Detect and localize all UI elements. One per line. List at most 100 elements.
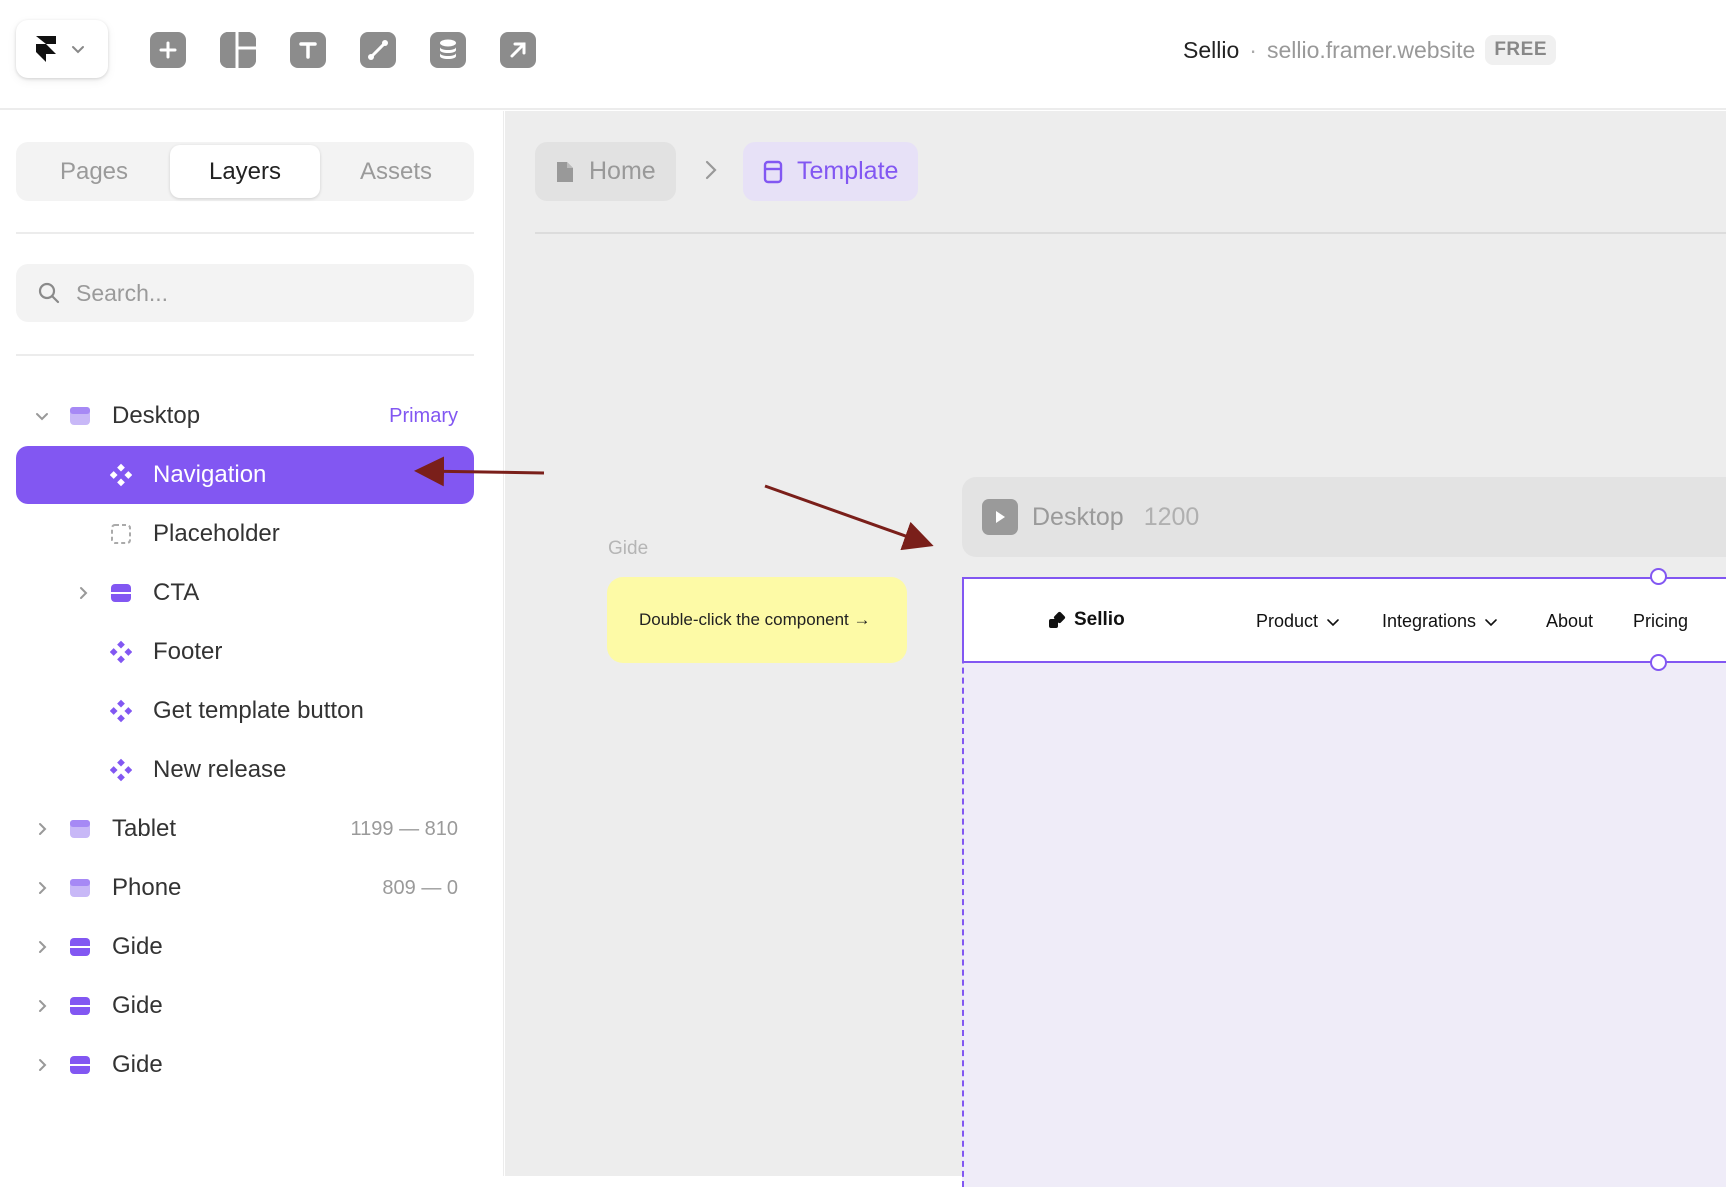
layer-tablet[interactable]: Tablet 1199 — 810 <box>16 800 474 858</box>
site-separator: · <box>1249 36 1257 63</box>
nav-brand[interactable]: Sellio <box>1048 609 1125 631</box>
note-text: Double-click the component → <box>639 610 871 629</box>
layer-gide[interactable]: Gide <box>16 918 474 976</box>
nav-item-label: About <box>1546 611 1594 631</box>
breakpoint-icon <box>69 877 91 899</box>
site-info[interactable]: Sellio · sellio.framer.website FREE <box>1183 34 1556 66</box>
frame-width: 1200 <box>1143 502 1200 531</box>
layer-name: Desktop <box>112 402 201 429</box>
layer-new-release[interactable]: New release <box>16 741 474 799</box>
insert-button[interactable] <box>150 32 186 68</box>
layer-get-template-button[interactable]: Get template button <box>16 682 474 740</box>
layer-name: CTA <box>153 579 200 606</box>
breakpoint-icon <box>69 818 91 840</box>
frame-icon <box>69 995 91 1017</box>
chevron-down-icon[interactable] <box>33 407 51 425</box>
nav-brand-label: Sellio <box>1074 609 1125 630</box>
nav-item-label: Integrations <box>1382 611 1477 631</box>
sellio-logo-icon <box>1049 611 1066 628</box>
gide-frame-label[interactable]: Gide <box>608 538 648 560</box>
chevron-right-icon[interactable] <box>33 879 51 897</box>
tab-pages[interactable]: Pages <box>19 145 169 198</box>
primary-badge: Primary <box>389 404 458 427</box>
search-input[interactable] <box>76 279 436 307</box>
framer-logo-icon <box>36 36 56 62</box>
component-icon <box>110 758 132 782</box>
panel-tabs: Pages Layers Assets <box>16 142 474 201</box>
nav-product[interactable]: Product <box>1256 611 1340 632</box>
framer-menu-button[interactable] <box>16 20 108 78</box>
layer-footer[interactable]: Footer <box>16 623 474 681</box>
breakpoint-icon <box>69 405 91 427</box>
text-icon <box>299 42 317 59</box>
layer-gide[interactable]: Gide <box>16 977 474 1035</box>
nav-about[interactable]: About <box>1546 611 1593 632</box>
frame-icon <box>110 582 132 604</box>
layer-name: Gide <box>112 933 163 960</box>
text-tool-button[interactable] <box>290 32 326 68</box>
layer-name: Placeholder <box>153 520 280 547</box>
desktop-frame[interactable] <box>962 577 1726 1187</box>
layer-name: Footer <box>153 638 223 665</box>
layer-phone[interactable]: Phone 809 — 0 <box>16 859 474 917</box>
plus-icon <box>159 41 177 59</box>
divider <box>16 232 474 234</box>
layer-gide[interactable]: Gide <box>16 1036 474 1094</box>
divider <box>535 232 1726 234</box>
breadcrumb-template[interactable]: Template <box>743 142 919 201</box>
layer-name: Phone <box>112 874 182 901</box>
chevron-right-icon <box>705 160 717 180</box>
resize-handle-top[interactable] <box>1650 568 1667 585</box>
publish-button[interactable] <box>500 32 536 68</box>
nav-integrations[interactable]: Integrations <box>1382 611 1498 632</box>
layer-name: New release <box>153 756 287 783</box>
component-icon <box>110 463 132 487</box>
chevron-right-icon[interactable] <box>33 1056 51 1074</box>
component-icon <box>110 699 132 723</box>
layer-name: Tablet <box>112 815 177 842</box>
chevron-down-icon <box>1485 618 1497 626</box>
layout-icon <box>220 32 256 68</box>
desktop-frame-header[interactable]: Desktop 1200 <box>962 477 1726 557</box>
navigation-component[interactable]: Sellio Product Integrations About Pricin… <box>962 577 1726 663</box>
chevron-right-icon[interactable] <box>33 997 51 1015</box>
layer-name: Gide <box>112 992 163 1019</box>
vector-icon <box>368 40 388 60</box>
tab-layers[interactable]: Layers <box>170 145 320 198</box>
vector-tool-button[interactable] <box>360 32 396 68</box>
frame-icon <box>69 936 91 958</box>
gide-note[interactable]: Double-click the component → <box>607 577 907 663</box>
layer-cta[interactable]: CTA <box>16 564 474 622</box>
site-url: sellio.framer.website <box>1266 36 1476 63</box>
chevron-down-icon <box>1327 618 1339 626</box>
cms-button[interactable] <box>430 32 466 68</box>
database-icon <box>440 39 456 59</box>
breadcrumb-home[interactable]: Home <box>535 142 676 201</box>
chevron-right-icon[interactable] <box>33 820 51 838</box>
site-name: Sellio <box>1183 36 1240 63</box>
chevron-right-icon[interactable] <box>33 938 51 956</box>
tab-assets[interactable]: Assets <box>321 145 471 198</box>
layer-placeholder[interactable]: Placeholder <box>16 505 474 563</box>
resize-handle-bottom[interactable] <box>1650 654 1667 671</box>
layer-navigation[interactable]: Navigation <box>16 446 474 504</box>
plan-badge: FREE <box>1485 35 1556 65</box>
nav-pricing[interactable]: Pricing <box>1633 611 1688 632</box>
page-icon <box>557 161 573 182</box>
layer-name: Get template button <box>153 697 364 724</box>
component-icon <box>110 640 132 664</box>
canvas[interactable]: Home Template Gide Double-click the comp… <box>505 111 1726 1187</box>
layer-desktop[interactable]: Desktop Primary <box>16 387 474 445</box>
layer-name: Gide <box>112 1051 163 1078</box>
preview-play-button[interactable] <box>982 499 1018 535</box>
frame-icon <box>69 1054 91 1076</box>
placeholder-icon <box>110 523 132 545</box>
breakpoint-range: 809 — 0 <box>382 876 458 899</box>
chevron-right-icon[interactable] <box>74 584 92 602</box>
layer-name: Navigation <box>153 461 267 488</box>
layer-search[interactable] <box>16 264 474 322</box>
breadcrumb-home-label: Home <box>589 157 656 185</box>
chevron-down-icon <box>72 46 84 54</box>
breakpoint-range: 1199 — 810 <box>350 817 459 840</box>
layout-tool-button[interactable] <box>220 32 256 68</box>
